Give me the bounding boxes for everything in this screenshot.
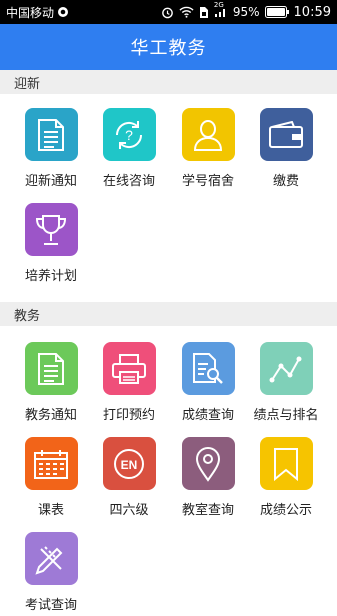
tile-exam-query[interactable]: 考试查询 [11,532,91,616]
tile-welcome-notice[interactable]: 迎新通知 [11,108,91,192]
tile-grade-announcement[interactable]: 成绩公示 [246,437,326,521]
tile-online-consult[interactable]: ? 在线咨询 [89,108,169,192]
carrier-name: 中国移动 [6,5,55,20]
battery-percent: 95% [232,5,260,19]
tile-label: 教室查询 [181,503,234,518]
notification-icon [57,6,69,18]
tile-cet[interactable]: EN 四六级 [89,437,169,521]
status-right: 2G 95% 10:59 [161,1,331,20]
tile-payment[interactable]: 缴费 [246,108,326,192]
tile-gpa-ranking[interactable]: 绩点与排名 [246,342,326,426]
tile-label: 在线咨询 [102,174,155,189]
tile-class-schedule[interactable]: 课表 [11,437,91,521]
tile-label: 缴费 [272,174,299,189]
tile-print-reservation[interactable]: 打印预约 [89,342,169,426]
tile-grade-query[interactable]: 成绩查询 [168,342,248,426]
tile-label: 培养计划 [24,269,77,284]
tile-training-plan[interactable]: 培养计划 [11,203,91,287]
battery-icon [264,6,289,18]
section-title: 教务 [14,308,41,324]
document-icon [24,108,78,161]
section-header-welcome: 迎新 [0,70,337,94]
section-header-academic: 教务 [0,302,337,326]
tile-label: 成绩查询 [181,408,234,423]
signal-icon: 2G [214,1,228,18]
status-bar: 中国移动 2G 95% 10:59 [0,0,337,24]
tile-label: 打印预约 [102,408,155,423]
trophy-icon [24,203,78,256]
tile-label: 四六级 [109,503,149,518]
tile-label: 教务通知 [24,408,77,423]
wallet-icon [259,108,313,161]
network-type: 2G [213,1,224,9]
carrier-group: 中国移动 [6,4,69,21]
tile-student-dorm[interactable]: 学号宿舍 [168,108,248,192]
sim-icon [199,6,209,19]
tile-label: 绩点与排名 [253,408,319,423]
help-refresh-icon: ? [102,108,156,161]
tile-label: 考试查询 [24,598,77,613]
tile-label: 学号宿舍 [181,174,234,189]
wifi-icon [179,6,194,18]
tile-label: 迎新通知 [24,174,77,189]
svg-text:?: ? [125,127,133,143]
document-icon [24,342,78,395]
en-badge-icon: EN [102,437,156,490]
section-title: 迎新 [14,76,41,92]
document-search-icon [181,342,235,395]
en-badge-text: EN [121,458,138,472]
clock: 10:59 [293,4,331,20]
bookmark-icon [259,437,313,490]
pencil-ruler-icon [24,532,78,585]
calendar-icon [24,437,78,490]
page-title: 华工教务 [130,38,207,59]
printer-icon [102,342,156,395]
app-header: 华工教务 [0,24,337,70]
line-chart-icon [259,342,313,395]
alarm-icon [161,6,174,19]
tile-label: 课表 [37,503,64,518]
tile-classroom-query[interactable]: 教室查询 [168,437,248,521]
user-icon [181,108,235,161]
tile-academic-notice[interactable]: 教务通知 [11,342,91,426]
location-pin-icon [181,437,235,490]
tile-label: 成绩公示 [259,503,312,518]
